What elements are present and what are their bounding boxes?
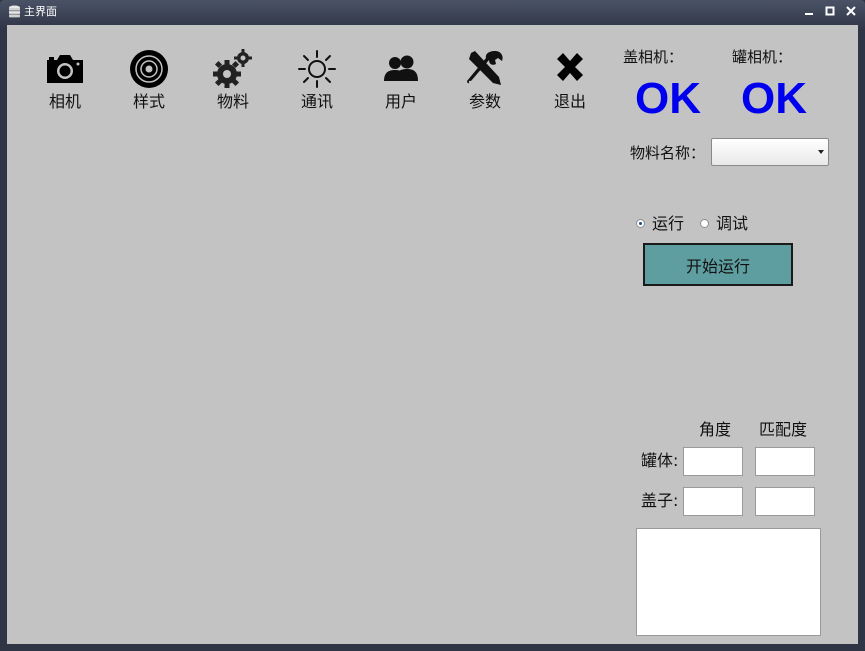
toolbar-material-button[interactable]: 物料 bbox=[201, 49, 265, 119]
lid-camera-label: 盖相机： bbox=[623, 48, 684, 66]
radio-checked-icon bbox=[636, 219, 645, 228]
can-camera-label: 罐相机： bbox=[732, 48, 793, 66]
lid-row-label: 盖子: bbox=[641, 491, 679, 510]
toolbar-params-button[interactable]: 参数 bbox=[453, 49, 517, 119]
toolbar-camera-label: 相机 bbox=[48, 92, 81, 111]
match-column-header: 匹配度 bbox=[759, 420, 808, 439]
material-name-label: 物料名称： bbox=[630, 144, 706, 162]
can-angle-field[interactable] bbox=[683, 447, 743, 476]
toolbar-comm-label: 通讯 bbox=[300, 92, 333, 111]
toolbar-style-label: 样式 bbox=[132, 92, 165, 111]
toolbar-comm-button[interactable]: 通讯 bbox=[285, 49, 349, 119]
maximize-icon bbox=[825, 6, 835, 16]
dropdown-arrow-icon bbox=[818, 150, 824, 154]
main-panel: 相机 样式 物料 通讯 用户 参数 退出 盖相机： 罐相机： OK OK 物料名… bbox=[7, 25, 858, 644]
sun-icon bbox=[298, 50, 336, 88]
database-icon bbox=[9, 5, 20, 18]
toolbar-params-label: 参数 bbox=[468, 92, 501, 111]
angle-column-header: 角度 bbox=[699, 420, 732, 439]
toolbar-material-label: 物料 bbox=[216, 92, 249, 111]
maximize-button[interactable] bbox=[821, 4, 839, 20]
toolbar-user-button[interactable]: 用户 bbox=[369, 49, 433, 119]
lid-angle-field[interactable] bbox=[683, 487, 743, 516]
log-output-box[interactable] bbox=[636, 528, 821, 636]
title-bar[interactable]: 主界面 bbox=[0, 0, 865, 24]
minimize-icon bbox=[805, 13, 813, 15]
toolbar-exit-label: 退出 bbox=[553, 92, 586, 111]
disc-icon bbox=[130, 50, 168, 88]
toolbar-camera-button[interactable]: 相机 bbox=[33, 49, 97, 119]
mode-run-label: 运行 bbox=[652, 214, 685, 233]
close-icon bbox=[846, 6, 856, 16]
can-match-field[interactable] bbox=[755, 447, 815, 476]
lid-camera-status: OK bbox=[635, 74, 701, 123]
mode-debug-label: 调试 bbox=[716, 214, 749, 233]
lid-match-field[interactable] bbox=[755, 487, 815, 516]
can-camera-status: OK bbox=[741, 74, 807, 123]
toolbar-exit-button[interactable]: 退出 bbox=[538, 49, 602, 119]
can-row-label: 罐体: bbox=[641, 451, 679, 470]
tools-icon bbox=[467, 51, 503, 85]
material-name-select[interactable] bbox=[711, 138, 829, 166]
close-window-button[interactable] bbox=[842, 4, 860, 20]
main-window: 主界面 相机 样式 物料 通讯 用户 参数 退出 盖相机： 罐相机： OK OK… bbox=[0, 0, 865, 651]
radio-unchecked-icon bbox=[700, 219, 709, 228]
close-x-icon bbox=[557, 53, 583, 81]
toolbar-style-button[interactable]: 样式 bbox=[117, 49, 181, 119]
camera-icon bbox=[47, 55, 83, 83]
start-run-button[interactable]: 开始运行 bbox=[643, 243, 793, 286]
minimize-button[interactable] bbox=[800, 4, 818, 20]
toolbar-user-label: 用户 bbox=[384, 92, 417, 111]
window-title: 主界面 bbox=[24, 5, 57, 18]
users-icon bbox=[384, 55, 418, 81]
gears-icon bbox=[213, 49, 252, 88]
